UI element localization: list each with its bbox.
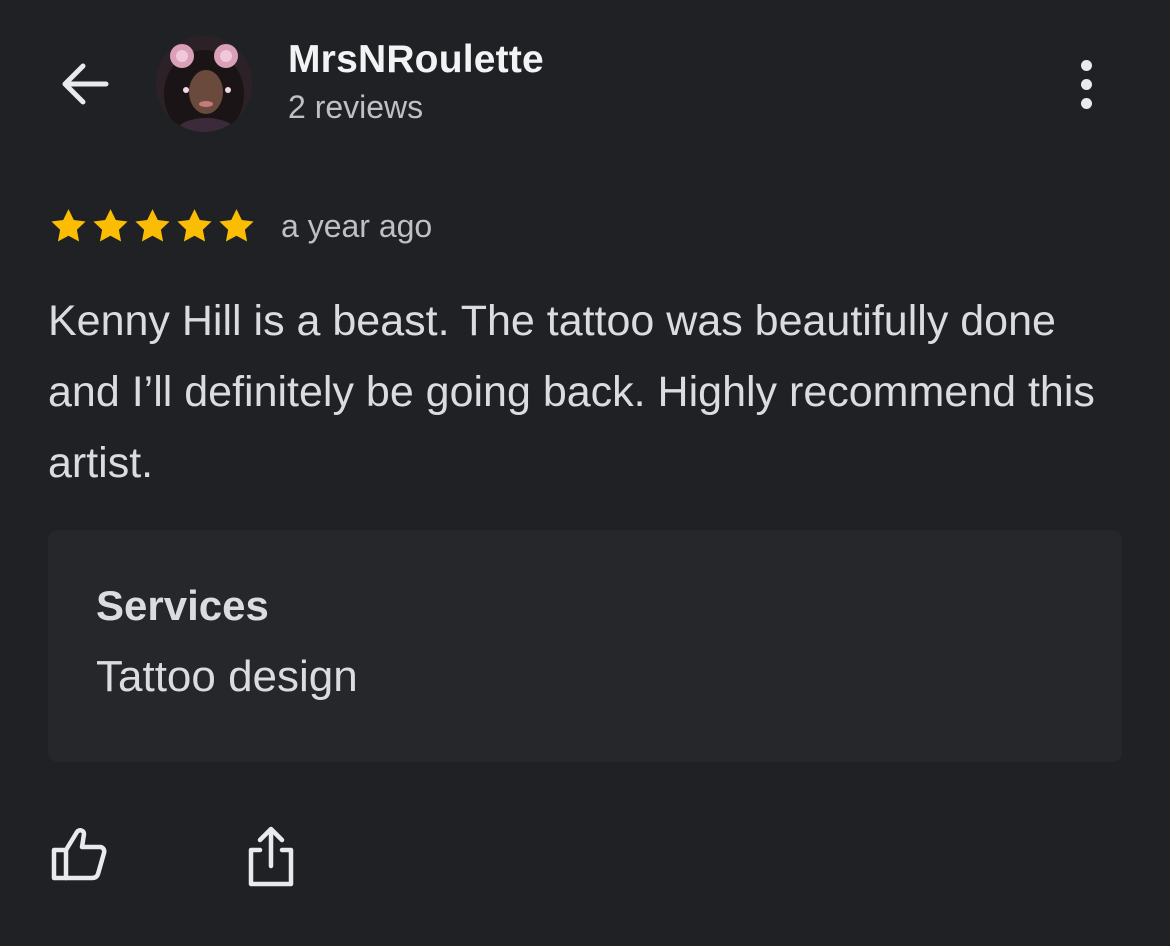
star-icon [219, 208, 254, 242]
review-count: 2 reviews [288, 89, 424, 125]
star-icon [135, 208, 170, 242]
share-icon [248, 826, 294, 887]
review-date: a year ago [281, 207, 433, 244]
share-button[interactable] [238, 822, 304, 888]
more-vertical-icon [1080, 59, 1092, 71]
more-vertical-icon-dot [1080, 97, 1092, 109]
more-vertical-icon-dot [1080, 78, 1092, 90]
back-button[interactable] [52, 52, 116, 116]
rating-row: a year ago [48, 204, 432, 248]
star-icon [177, 208, 212, 242]
avatar[interactable] [156, 36, 252, 132]
like-button[interactable] [46, 822, 112, 888]
star-rating [48, 206, 257, 247]
user-name[interactable]: MrsNRoulette [288, 38, 544, 82]
services-card: Services Tattoo design [48, 530, 1122, 762]
more-options-button[interactable] [1062, 52, 1110, 116]
star-icon [51, 208, 86, 242]
star-icon [93, 208, 128, 242]
review-text: Kenny Hill is a beast. The tattoo was be… [48, 297, 1095, 487]
thumbs-up-icon [51, 828, 107, 881]
arrow-left-icon [62, 63, 109, 105]
services-value: Tattoo design [96, 652, 358, 701]
services-title: Services [96, 582, 269, 629]
